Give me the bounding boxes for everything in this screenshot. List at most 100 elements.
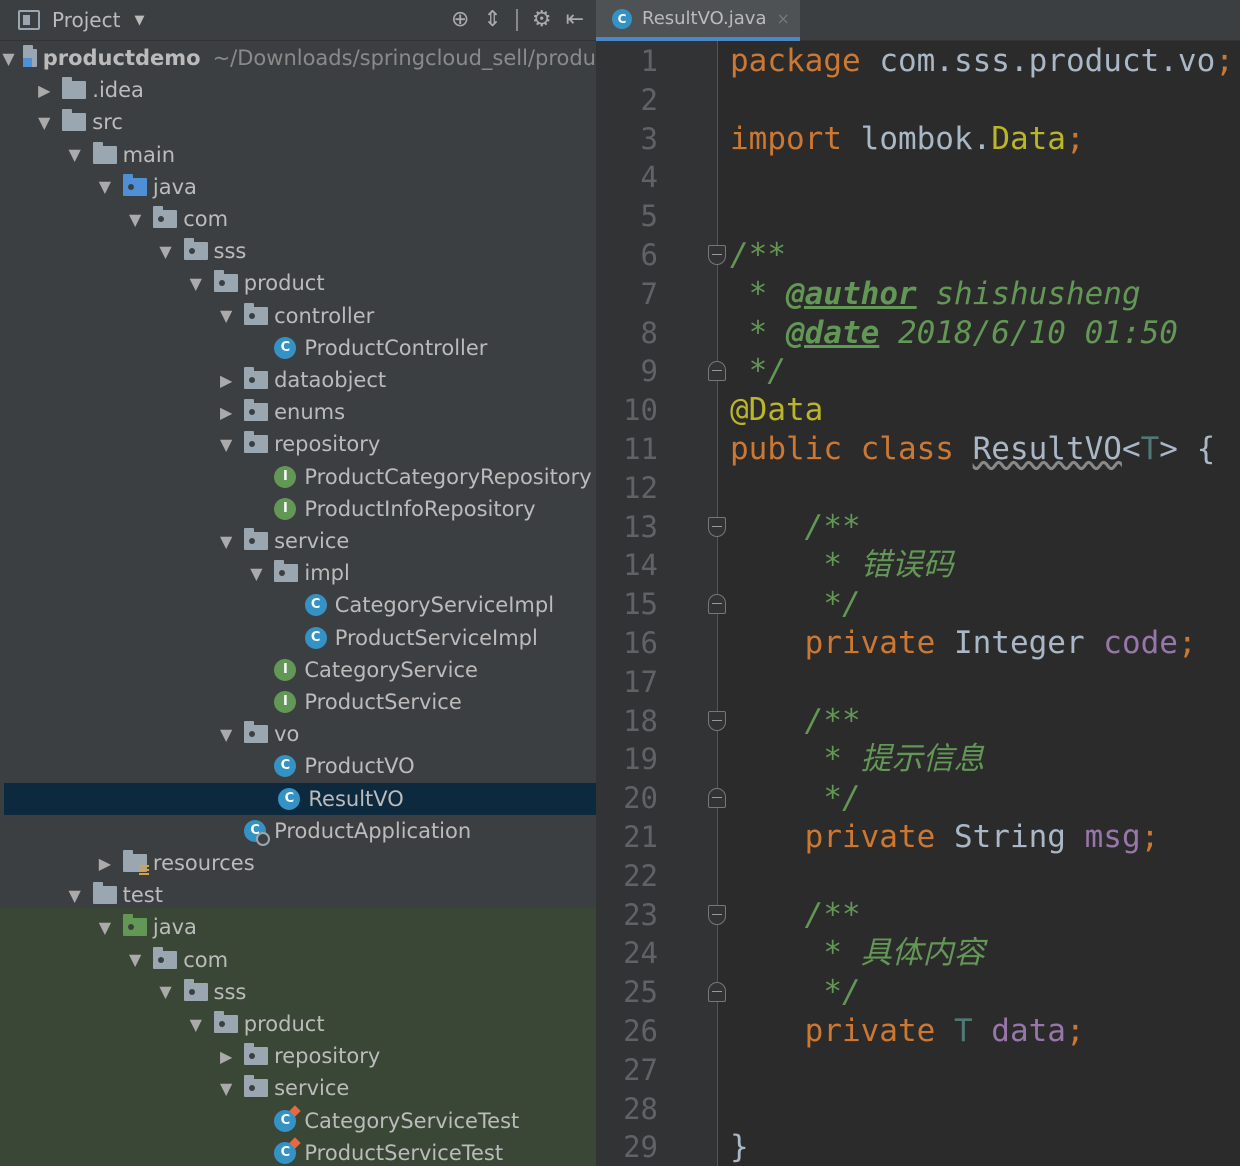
hide-panel-icon[interactable]: ⇤ <box>566 6 584 34</box>
fold-open-icon[interactable] <box>708 245 726 265</box>
fold-close-icon[interactable] <box>708 594 726 615</box>
code-token: ; <box>1065 120 1085 157</box>
expand-down-icon[interactable]: ▼ <box>216 725 236 744</box>
tree-item[interactable]: ▶ enums <box>0 396 596 428</box>
expand-down-icon[interactable]: ▼ <box>125 210 145 229</box>
line-number: 8 <box>640 315 658 350</box>
code-line: } <box>730 1128 749 1166</box>
fold-close-icon[interactable] <box>708 788 726 809</box>
code-token: > { <box>1159 431 1216 467</box>
tree-item[interactable]: ▼ sss <box>0 976 596 1008</box>
tree-item[interactable]: ▼ service <box>0 1072 596 1104</box>
tree-item[interactable]: I ProductCategoryRepository <box>0 461 596 493</box>
tree-item[interactable]: ▼ sss <box>0 235 596 267</box>
tree-item[interactable]: ▼ src <box>0 106 596 138</box>
tree-item[interactable]: ▼ com <box>0 944 596 976</box>
tree-item[interactable]: ▼ java <box>0 911 596 943</box>
code-token: com.sss.product.vo <box>879 43 1216 79</box>
expand-down-icon[interactable]: ▼ <box>95 177 115 196</box>
expand-right-icon[interactable]: ▶ <box>34 81 54 100</box>
expand-down-icon[interactable]: ▼ <box>2 49 14 68</box>
tree-item[interactable]: C CategoryServiceImpl <box>0 589 596 621</box>
fold-open-icon[interactable] <box>708 516 726 537</box>
expand-down-icon[interactable]: ▼ <box>95 918 115 937</box>
code-token: } <box>730 1129 749 1166</box>
expand-down-icon[interactable]: ▼ <box>216 306 236 325</box>
tree-item-label: resources <box>152 851 255 875</box>
tree-item[interactable]: C ProductVO <box>0 750 596 782</box>
crosshair-icon[interactable]: ⊕ <box>451 6 469 34</box>
expand-down-icon[interactable]: ▼ <box>156 242 176 261</box>
tree-item[interactable]: C ResultVO <box>4 782 596 815</box>
fold-open-icon[interactable] <box>708 710 726 731</box>
code-token: @Data <box>730 392 824 429</box>
fold-open-icon[interactable] <box>708 904 726 925</box>
tree-item[interactable]: ▼ controller <box>0 300 596 332</box>
tree-item-label: CategoryServiceImpl <box>334 593 555 618</box>
tree-item[interactable]: I ProductInfoRepository <box>0 493 596 525</box>
code-line: */ <box>730 585 860 624</box>
expand-down-icon[interactable]: ▼ <box>186 274 206 293</box>
tree-item[interactable]: C ProductApplication <box>0 815 596 847</box>
chevron-down-icon[interactable]: ▼ <box>134 13 144 28</box>
package-icon <box>213 270 238 293</box>
collapse-all-icon[interactable]: ⇕ <box>483 6 501 34</box>
tree-item[interactable]: I CategoryService <box>0 654 596 686</box>
expand-right-icon[interactable]: ▶ <box>216 1047 236 1066</box>
gear-icon[interactable]: ⚙ <box>532 6 552 34</box>
tree-item[interactable]: C ProductServiceTest <box>0 1137 596 1166</box>
tree-item-label: controller <box>274 303 375 328</box>
tree-item[interactable]: ▼ impl <box>0 557 596 589</box>
tree-item[interactable]: C ProductController <box>0 332 596 364</box>
expand-down-icon[interactable]: ▼ <box>34 113 54 132</box>
code-token: import <box>730 120 861 157</box>
tree-item[interactable]: ▼ repository <box>0 428 596 460</box>
tree-item[interactable]: ▼ service <box>0 525 596 557</box>
expand-down-icon[interactable]: ▼ <box>125 950 145 969</box>
fold-close-icon[interactable] <box>708 982 726 1003</box>
tree-item[interactable]: ▼ java <box>0 171 596 203</box>
tree-item-label: dataobject <box>274 368 387 392</box>
line-number-gutter: 1 2 3 4 5 6 7 8 9 10 11 12 13 14 15 16 17 18 19 20 21 22 23 24 2… <box>596 41 726 1166</box>
tree-item[interactable]: ▼ test <box>0 879 596 911</box>
expand-down-icon[interactable]: ▼ <box>65 145 85 164</box>
tree-item-label: ResultVO <box>308 786 404 811</box>
tree-item[interactable]: ▼ product <box>0 267 596 299</box>
expand-down-icon[interactable]: ▼ <box>246 564 266 583</box>
code-line: private T data; <box>730 1012 1085 1051</box>
code-token: /** <box>730 508 861 545</box>
expand-down-icon[interactable]: ▼ <box>216 1079 236 1098</box>
close-icon[interactable]: × <box>777 9 790 28</box>
tree-item[interactable]: ▼ vo <box>0 718 596 750</box>
spring-app-class-icon: C <box>244 819 271 846</box>
tree-item-label: com <box>183 207 229 231</box>
line-number: 3 <box>640 121 658 156</box>
expand-right-icon[interactable]: ▶ <box>95 854 115 873</box>
tree-item[interactable]: C CategoryServiceTest <box>0 1105 596 1137</box>
fold-close-icon[interactable] <box>708 361 726 382</box>
tree-item[interactable]: ▼ productdemo ~/Downloads/springcloud_sell… <box>0 42 596 74</box>
tree-item[interactable]: I ProductService <box>0 686 596 718</box>
tree-item[interactable]: ▶ dataobject <box>0 364 596 396</box>
tree-item-label: impl <box>304 561 350 586</box>
tree-item-label: ProductApplication <box>274 818 472 843</box>
tree-item[interactable]: ▶ repository <box>0 1040 596 1072</box>
tree-item[interactable]: ▼ main <box>0 139 596 171</box>
code-line: * 具体内容 <box>730 934 984 973</box>
expand-down-icon[interactable]: ▼ <box>156 982 176 1001</box>
expand-down-icon[interactable]: ▼ <box>216 435 236 454</box>
tree-item[interactable]: ▶ .idea <box>0 74 596 106</box>
tree-item[interactable]: ▶ resources <box>0 847 596 879</box>
expand-down-icon[interactable]: ▼ <box>216 532 236 551</box>
expand-right-icon[interactable]: ▶ <box>216 403 236 422</box>
tree-item[interactable]: C ProductServiceImpl <box>0 622 596 654</box>
code-token: ; <box>1177 625 1197 661</box>
expand-down-icon[interactable]: ▼ <box>65 886 85 905</box>
tree-item[interactable]: ▼ product <box>0 1008 596 1040</box>
tab-resultvo-java[interactable]: C ResultVO.java × <box>596 0 800 41</box>
package-icon <box>183 238 208 261</box>
expand-down-icon[interactable]: ▼ <box>186 1015 206 1034</box>
expand-right-icon[interactable]: ▶ <box>216 371 236 390</box>
tree-item[interactable]: ▼ com <box>0 203 596 235</box>
project-view-selector[interactable]: Project ▼ <box>18 6 144 34</box>
